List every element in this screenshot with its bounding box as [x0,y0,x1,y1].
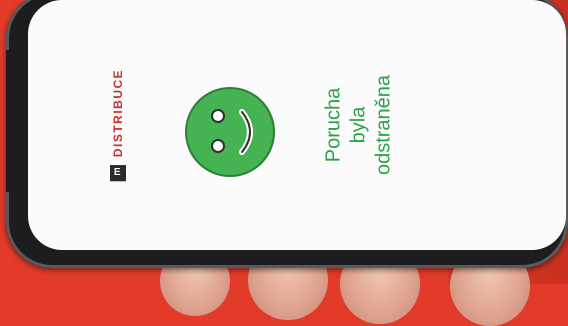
brand-logo-block: E DISTRIBUCE [98,40,138,210]
smiley-face-icon [184,86,276,178]
brand-logo-icon: E [110,165,126,182]
brand-lockup: E DISTRIBUCE [110,68,126,182]
phone-notch [6,50,28,192]
status-line-3: odstraněna [372,74,395,176]
status-message: Porucha byla odstraněna [304,25,414,225]
status-line-2: byla [347,106,370,144]
brand-name: DISTRIBUCE [111,68,125,158]
phone-screen: E DISTRIBUCE Porucha byla odstraněna [28,0,566,250]
status-message-text: Porucha byla odstraněna [322,75,397,175]
phone-device: E DISTRIBUCE Porucha byla odstraněna [6,0,568,268]
status-line-1: Porucha [322,87,345,163]
